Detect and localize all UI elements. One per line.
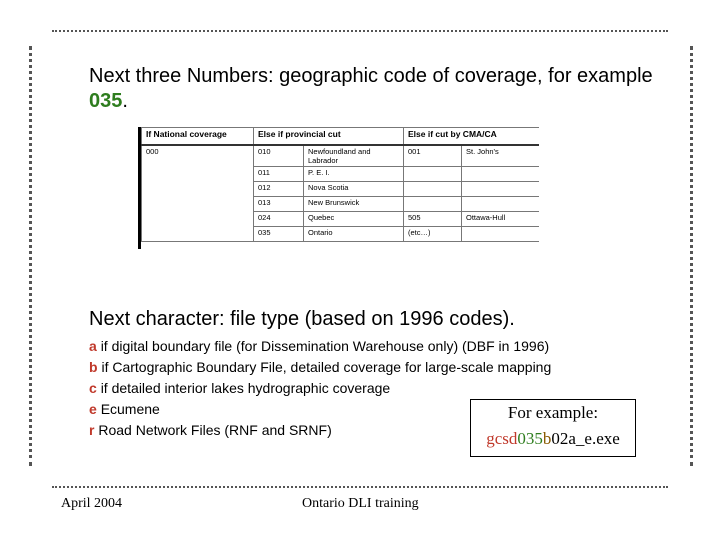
- header-provincial: Else if provincial cut: [252, 127, 405, 146]
- table-cell: 024: [253, 211, 304, 227]
- footer-date: April 2004: [61, 496, 123, 511]
- table-cell: Nova Scotia: [302, 181, 405, 197]
- table-cell: [461, 166, 539, 182]
- table-cell: 010: [253, 144, 304, 167]
- list-item: c if detailed interior lakes hydrographi…: [89, 378, 551, 399]
- table-cell: P. E. I.: [302, 166, 405, 182]
- example-rest: 02a_e.exe: [551, 429, 620, 448]
- file-type-letter: b: [89, 359, 98, 375]
- example-label: For example:: [507, 403, 599, 422]
- footer-title: Ontario DLI training: [302, 496, 419, 511]
- file-type-letter: r: [89, 422, 95, 438]
- table-cell: 011: [253, 166, 304, 182]
- table-cell: 035: [253, 226, 304, 242]
- table-cell: 001: [403, 144, 463, 167]
- list-item: b if Cartographic Boundary File, detaile…: [89, 357, 551, 378]
- file-type-letter: e: [89, 401, 97, 417]
- heading-file-type: Next character: file type (based on 1996…: [89, 308, 515, 330]
- heading-geographic-code-text: Next three Numbers: geographic code of c…: [89, 65, 653, 87]
- table-cell: 013: [253, 196, 304, 212]
- table-cell: 012: [253, 181, 304, 197]
- table-cell: [461, 196, 539, 212]
- table-cell: [403, 196, 463, 212]
- example-box: For example: gcsd035b02a_e.exe: [470, 399, 636, 457]
- file-type-letter: a: [89, 338, 97, 354]
- heading-geographic-code: Next three Numbers: geographic code of c…: [89, 64, 669, 114]
- example-filename: gcsd035b02a_e.exe: [471, 426, 635, 452]
- table-cell: 000: [141, 144, 254, 242]
- example-code: 035: [517, 429, 543, 448]
- file-type-desc: Ecumene: [100, 401, 160, 417]
- file-type-letter: c: [89, 380, 97, 396]
- file-type-desc: if digital boundary file (for Disseminat…: [100, 338, 550, 354]
- table-cell: St. John's: [461, 144, 539, 167]
- heading-geographic-code-example: 035: [89, 90, 123, 112]
- table-cell: [403, 181, 463, 197]
- file-type-desc: if detailed interior lakes hydrographic …: [100, 380, 391, 396]
- file-type-desc: if Cartographic Boundary File, detailed …: [101, 359, 552, 375]
- geo-code-table-image: If National coverage Else if provincial …: [138, 127, 539, 249]
- table-cell: [461, 226, 539, 242]
- table-cell: Ontario: [302, 226, 405, 242]
- table-cell: 505: [403, 211, 463, 227]
- right-dotted-border: [690, 46, 693, 466]
- header-national: If National coverage: [141, 127, 254, 146]
- bottom-dotted-border: [52, 486, 668, 488]
- example-prefix: gcsd: [486, 429, 518, 448]
- table-row: 000 010 Newfoundland and Labrador 001 St…: [141, 144, 539, 242]
- top-dotted-border: [52, 30, 668, 32]
- table-cell: Newfoundland and Labrador: [302, 144, 405, 167]
- header-cma: Else if cut by CMA/CA: [403, 127, 539, 146]
- table-cell: New Brunswick: [302, 196, 405, 212]
- table-cell: Quebec: [302, 211, 405, 227]
- heading-geographic-code-end: .: [122, 90, 128, 112]
- geo-code-table: If National coverage Else if provincial …: [141, 127, 539, 242]
- table-cell: [461, 181, 539, 197]
- table-cell: [403, 166, 463, 182]
- list-item: a if digital boundary file (for Dissemin…: [89, 336, 551, 357]
- file-type-desc: Road Network Files (RNF and SRNF): [98, 422, 332, 438]
- table-cell: (etc…): [403, 226, 463, 242]
- table-cell: Ottawa-Hull: [461, 211, 539, 227]
- table-header-row: If National coverage Else if provincial …: [141, 127, 539, 146]
- left-dotted-border: [29, 46, 32, 466]
